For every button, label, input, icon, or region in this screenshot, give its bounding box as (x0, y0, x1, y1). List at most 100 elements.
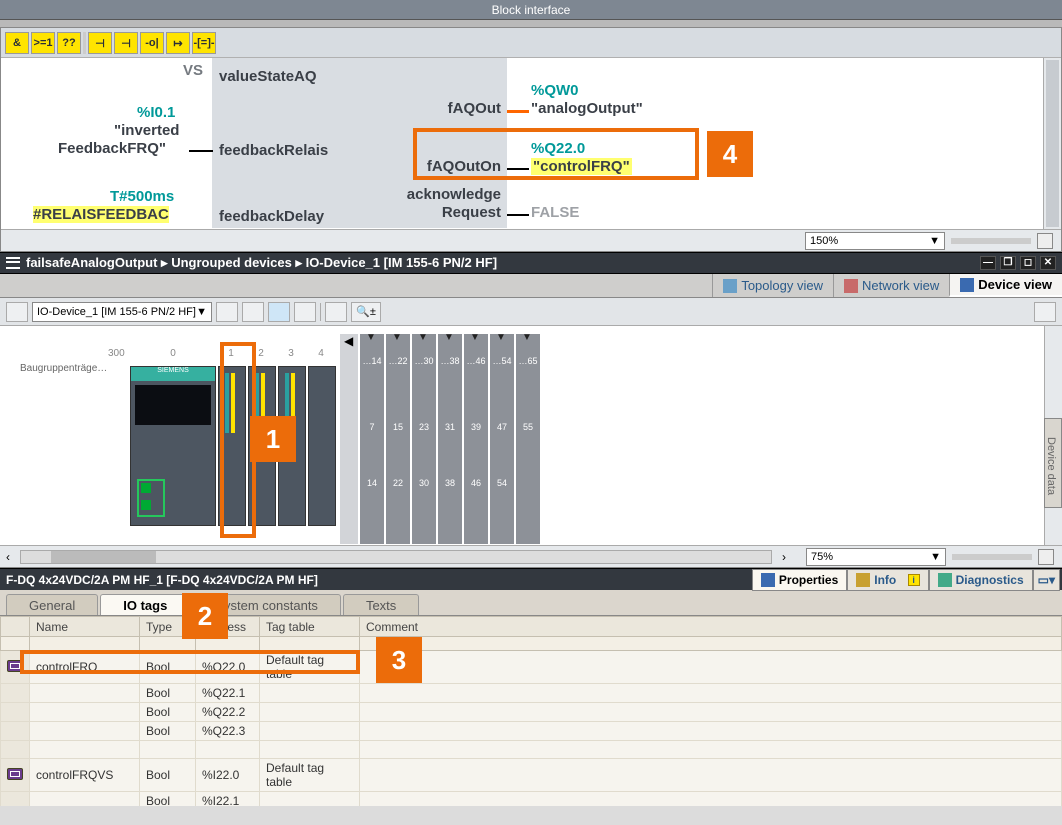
table-row[interactable]: Bool %Q22.2 (1, 703, 1062, 722)
col-tagtable[interactable]: Tag table (260, 617, 360, 637)
cell-type: Bool (140, 684, 196, 703)
tab-device-view[interactable]: Device view (949, 274, 1062, 297)
callout-box-3 (20, 650, 360, 674)
tab-network-view[interactable]: Network view (833, 274, 949, 297)
view-tabs: Topology view Network view Device view (0, 274, 1062, 298)
cell-name[interactable] (30, 684, 140, 703)
collapse-icon[interactable]: ▭▾ (1033, 569, 1060, 591)
tab-properties[interactable]: Properties (752, 569, 847, 591)
col-name[interactable]: Name (30, 617, 140, 637)
io-tags-grid: Name Type Address Tag table Comment cont… (0, 616, 1062, 806)
overview-slot[interactable]: ▼…463946 (464, 334, 488, 544)
analog-output-tag: "analogOutput" (531, 100, 643, 117)
cell-name[interactable] (30, 722, 140, 741)
table-row[interactable] (1, 741, 1062, 759)
cell-comment[interactable] (360, 792, 1062, 807)
false-literal: FALSE (531, 204, 579, 221)
zoom-slider[interactable] (951, 238, 1031, 244)
tool-icon-1[interactable] (216, 302, 238, 322)
cpu-module[interactable]: SIEMENS (130, 366, 216, 526)
table-row[interactable]: controlFRQVS Bool %I22.0 Default tag tab… (1, 759, 1062, 792)
tab-topology-view[interactable]: Topology view (712, 274, 833, 297)
callout-3: 3 (376, 637, 422, 683)
table-row[interactable]: Bool %I22.1 (1, 792, 1062, 807)
cell-comment[interactable] (360, 722, 1062, 741)
subtab-general[interactable]: General (6, 594, 98, 615)
tab-label: Diagnostics (956, 573, 1024, 587)
io-tags-table: Name Type Address Tag table Comment cont… (0, 616, 1062, 806)
tab-info[interactable]: Info i (847, 569, 928, 591)
tool-and[interactable]: & (5, 32, 29, 54)
overview-icon[interactable] (1034, 302, 1056, 322)
device-zoom-combo[interactable]: 75%▼ (806, 548, 946, 566)
maximize-icon[interactable]: ◻ (1020, 256, 1036, 270)
cell-name[interactable] (30, 703, 140, 722)
cell-address: %Q22.2 (196, 703, 260, 722)
cell-name[interactable] (30, 792, 140, 807)
device-combo[interactable]: IO-Device_1 [IM 155-6 PN/2 HF]▼ (32, 302, 212, 322)
cell-comment[interactable] (360, 703, 1062, 722)
col-comment[interactable]: Comment (360, 617, 1062, 637)
tool-contact2[interactable]: ⊣ (114, 32, 138, 54)
tool-icon-5[interactable] (325, 302, 347, 322)
back-icon[interactable] (6, 302, 28, 322)
close-icon[interactable]: ✕ (1040, 256, 1056, 270)
pn-ports (137, 479, 165, 517)
slot-3: 3 (276, 348, 306, 359)
vertical-scrollbar[interactable] (1043, 58, 1061, 229)
overview-slot[interactable]: ▼…302330 (412, 334, 436, 544)
tool-icon-2[interactable] (242, 302, 264, 322)
cell-comment[interactable] (360, 651, 1062, 684)
overview-slot[interactable]: ▼…221522 (386, 334, 410, 544)
cell-address: %Q22.3 (196, 722, 260, 741)
tool-or[interactable]: >=1 (31, 32, 55, 54)
cell-type: Bool (140, 759, 196, 792)
tool-icon-3[interactable] (268, 302, 290, 322)
tool-compare[interactable]: -[=]- (192, 32, 216, 54)
overview-slot[interactable]: ▼…6555 (516, 334, 540, 544)
cell-comment[interactable] (360, 759, 1062, 792)
relaisfeedback-param: #RELAISFEEDBAC (33, 206, 169, 223)
restore-icon[interactable]: ❐ (1000, 256, 1016, 270)
tab-label: Properties (779, 573, 838, 587)
callout-2: 2 (182, 593, 228, 639)
tab-diagnostics[interactable]: Diagnostics (929, 569, 1033, 591)
cell-comment[interactable] (360, 684, 1062, 703)
minimize-icon[interactable]: — (980, 256, 996, 270)
zoom-fit-icon[interactable] (1037, 233, 1053, 249)
slot-0: 0 (130, 348, 216, 359)
device-hscroll[interactable]: ‹ › (0, 545, 792, 567)
device-data-side-tab[interactable]: Device data (1044, 418, 1062, 508)
overview-slot[interactable]: ▼…383138 (438, 334, 462, 544)
zoom-combo[interactable]: 150%▼ (805, 232, 945, 250)
ack-label-1: acknowledge (407, 186, 501, 203)
tool-unknown[interactable]: ?? (57, 32, 81, 54)
overview-slot[interactable]: ▼…544754 (490, 334, 514, 544)
separator (83, 32, 86, 54)
tool-coil[interactable]: -o| (140, 32, 164, 54)
table-row[interactable]: Bool %Q22.3 (1, 722, 1062, 741)
zoom-tool-icon[interactable]: 🔍± (351, 302, 381, 322)
splitter[interactable] (0, 20, 1062, 27)
subtab-texts[interactable]: Texts (343, 594, 419, 615)
tool-contact[interactable]: ⊣ (88, 32, 112, 54)
tool-icon-4[interactable] (294, 302, 316, 322)
block-zoom-bar: 150%▼ (1, 229, 1061, 251)
device-zoom-slider[interactable] (952, 554, 1032, 560)
pin-icon[interactable] (6, 257, 20, 269)
feedback-relais-label: feedbackRelais (219, 142, 328, 159)
tab-label: Network view (862, 278, 939, 293)
overview-handle[interactable]: ◀ (340, 334, 358, 544)
overview-slot[interactable]: ▼…14714 (360, 334, 384, 544)
table-row[interactable]: Bool %Q22.1 (1, 684, 1062, 703)
cell-name[interactable]: controlFRQVS (30, 759, 140, 792)
tool-branch[interactable]: ↦ (166, 32, 190, 54)
zoom-fit-icon[interactable] (1038, 549, 1054, 565)
network-icon (844, 279, 858, 293)
subtab-io-tags[interactable]: IO tags (100, 594, 190, 615)
rack-area[interactable]: Baugruppenträge… 300 0 1 2 3 4 5 SIEMENS… (0, 328, 1062, 543)
properties-icon (761, 573, 775, 587)
breadcrumb-text: failsafeAnalogOutput ▸ Ungrouped devices… (26, 255, 497, 271)
io-module-4[interactable] (308, 366, 336, 526)
callout-box-4 (413, 128, 699, 180)
